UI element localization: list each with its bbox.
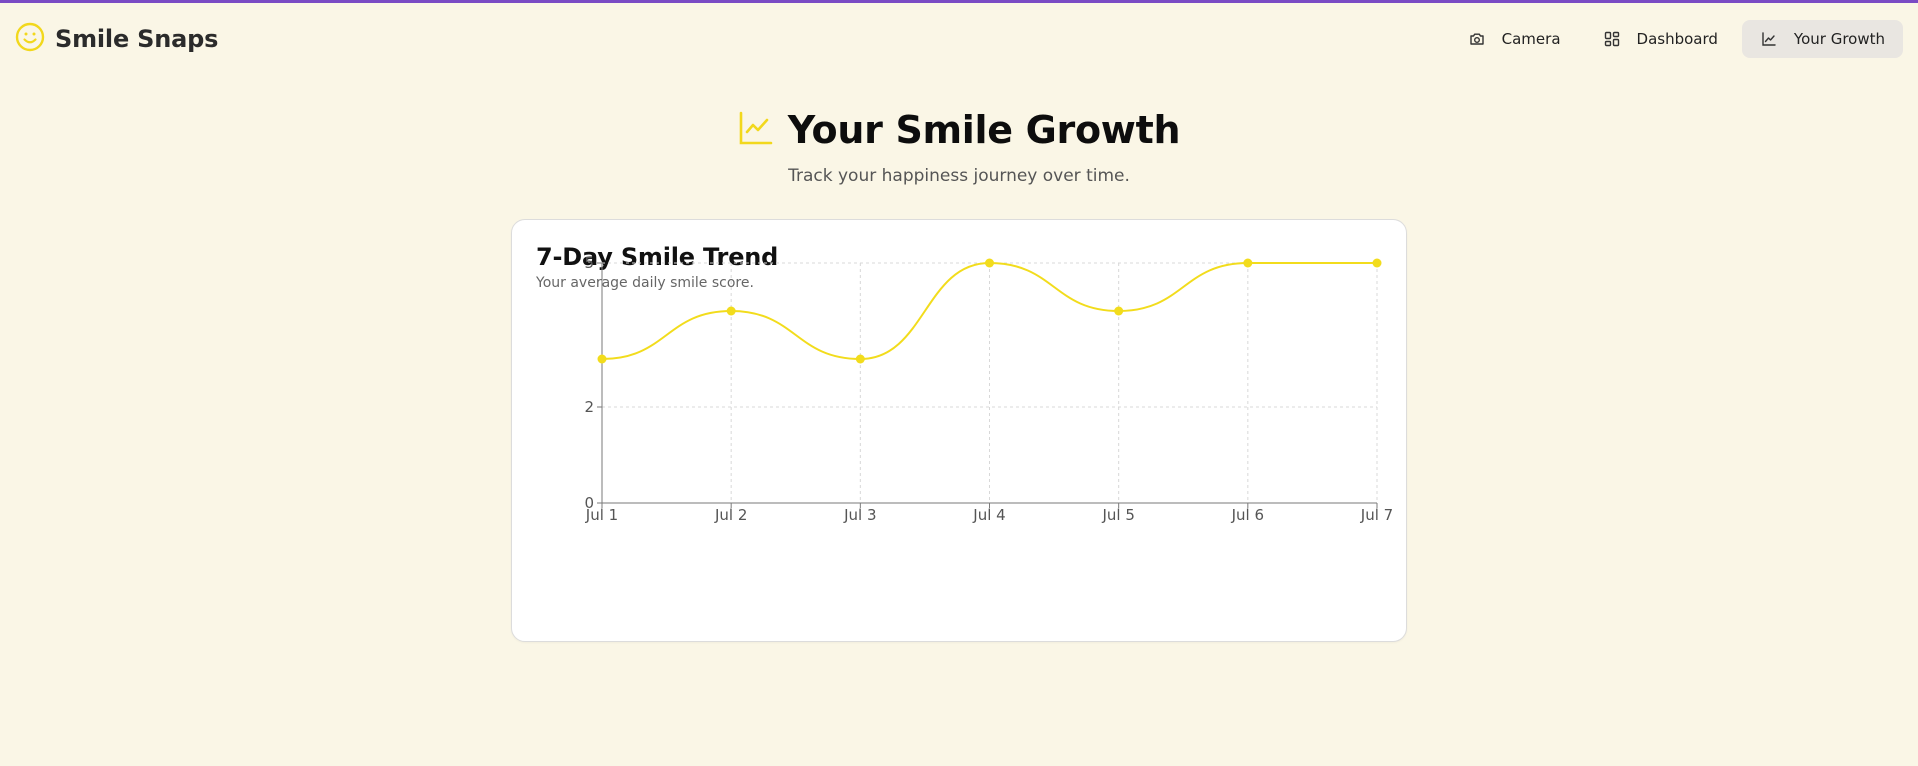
data-point [1114, 306, 1124, 316]
data-point [1372, 258, 1382, 268]
x-tick-label: Jul 3 [843, 506, 876, 524]
brand-name: Smile Snaps [55, 25, 219, 53]
x-tick-label: Jul 6 [1231, 506, 1264, 524]
line-chart-icon [738, 110, 774, 150]
nav-item-dashboard[interactable]: Dashboard [1585, 20, 1736, 58]
camera-icon [1468, 30, 1486, 48]
brand[interactable]: Smile Snaps [15, 22, 218, 56]
dashboard-grid-icon [1603, 30, 1621, 48]
x-tick-label: Jul 2 [714, 506, 747, 524]
page-subtitle: Track your happiness journey over time. [788, 166, 1130, 186]
line-chart-icon [1760, 30, 1778, 48]
data-point [985, 258, 994, 268]
top-navigation: Smile Snaps Camera Dashboard Your Growth [0, 3, 1918, 75]
x-tick-label: Jul 7 [1360, 506, 1393, 524]
page-title: Your Smile Growth [787, 108, 1181, 152]
y-tick-label: 2 [584, 398, 594, 416]
x-tick-label: Jul 1 [585, 506, 618, 524]
data-point [1243, 258, 1253, 268]
x-tick-label: Jul 4 [972, 506, 1005, 524]
nav-item-your-growth[interactable]: Your Growth [1741, 20, 1903, 58]
nav-item-label: Your Growth [1793, 30, 1885, 48]
x-tick-label: Jul 5 [1101, 506, 1134, 524]
smile-icon [15, 22, 45, 56]
page-header: Your Smile Growth Track your happiness j… [0, 108, 1918, 186]
smile-trend-card: 7-Day Smile Trend Your average daily smi… [511, 219, 1407, 642]
data-point [726, 306, 736, 316]
nav-item-label: Dashboard [1636, 30, 1718, 48]
y-tick-label: 5 [584, 254, 594, 272]
data-point [597, 354, 607, 364]
data-point [855, 354, 865, 364]
nav-item-camera[interactable]: Camera [1450, 20, 1579, 58]
smile-trend-chart: 025Jul 1 Jul 2 Jul 3 Jul 4 Jul 5 Jul 6 Jul 7 [584, 254, 1393, 524]
nav-item-label: Camera [1501, 30, 1561, 48]
nav-links: Camera Dashboard Your Growth [1450, 20, 1903, 58]
